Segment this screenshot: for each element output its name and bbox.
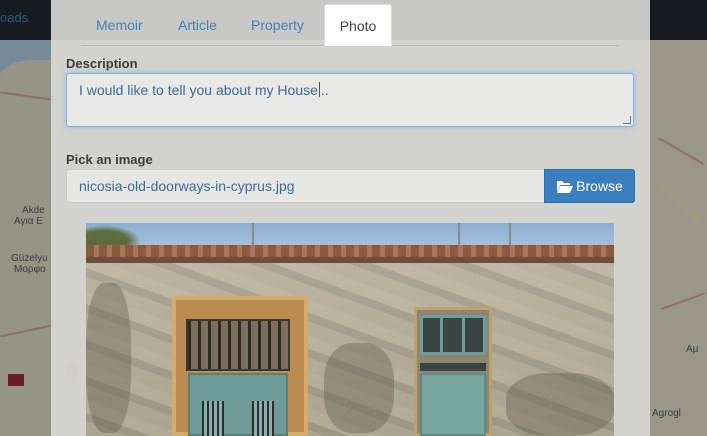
pick-image-label: Pick an image bbox=[66, 152, 153, 167]
browse-label: Browse bbox=[576, 178, 623, 194]
tab-article[interactable]: Article bbox=[163, 4, 232, 46]
photo-stain bbox=[86, 283, 131, 433]
photo-door-grill bbox=[186, 319, 290, 371]
description-label: Description bbox=[66, 56, 138, 71]
description-text-end: .. bbox=[320, 82, 329, 98]
file-name-field[interactable]: nicosia-old-doorways-in-cyprus.jpg bbox=[66, 169, 545, 203]
description-textarea[interactable]: I would like to tell you about my House.… bbox=[66, 73, 634, 127]
folder-open-icon bbox=[557, 181, 574, 193]
photo-window-bar bbox=[440, 315, 443, 355]
photo-door-panel bbox=[202, 401, 224, 436]
photo-window-bar bbox=[462, 315, 465, 355]
photo-door-panel bbox=[252, 401, 274, 436]
tab-photo[interactable]: Photo bbox=[324, 4, 392, 46]
browse-button[interactable]: Browse bbox=[544, 169, 635, 203]
post-modal: Memoir Article Property Photo Descriptio… bbox=[51, 0, 650, 436]
text-caret bbox=[318, 82, 320, 97]
photo-window-shutter bbox=[420, 373, 486, 436]
description-text: I would like to tell you about my House bbox=[79, 82, 318, 98]
image-preview bbox=[86, 223, 614, 436]
tab-memoir[interactable]: Memoir bbox=[81, 4, 158, 46]
photo-stain bbox=[324, 343, 394, 433]
photo-window-glass bbox=[420, 315, 486, 355]
content-type-tabs: Memoir Article Property Photo bbox=[81, 4, 619, 46]
tab-property[interactable]: Property bbox=[236, 4, 319, 46]
photo-stain bbox=[506, 373, 614, 436]
photo-window-bar bbox=[420, 363, 486, 371]
resize-handle-icon[interactable] bbox=[623, 116, 631, 124]
